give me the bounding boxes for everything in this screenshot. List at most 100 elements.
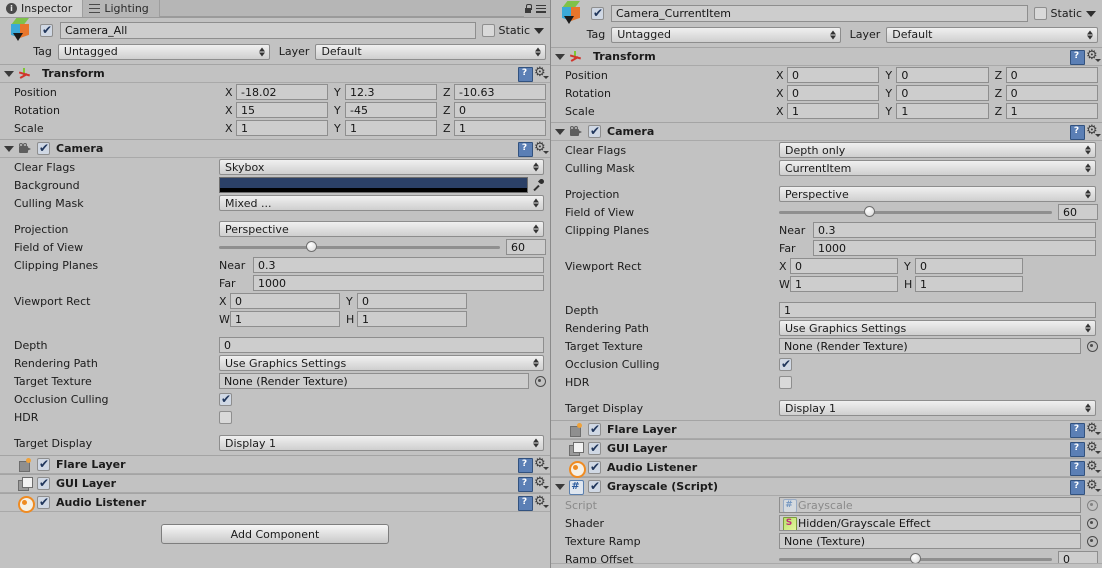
gear-icon[interactable] [1086,124,1101,138]
position-x-input[interactable]: 0 [787,67,880,83]
scale-z-input[interactable]: 1 [454,120,546,136]
scale-y-input[interactable]: 1 [345,120,437,136]
component-header-camera[interactable]: Camera [0,139,550,158]
object-picker-icon[interactable] [1086,517,1098,529]
gear-icon[interactable] [1086,479,1101,493]
object-picker-icon[interactable] [534,375,546,387]
gameobject-active-checkbox[interactable] [40,23,53,37]
hdr-checkbox[interactable] [219,410,232,424]
depth-input[interactable]: 1 [779,302,1096,318]
projection-dropdown[interactable]: Perspective [779,186,1096,202]
target-display-dropdown[interactable]: Display 1 [219,435,544,451]
clipping-far-input[interactable]: 1000 [253,275,544,291]
gameobject-name-input[interactable]: Camera_CurrentItem [611,5,1028,22]
foldout-arrow-icon[interactable] [3,143,14,154]
scale-z-input[interactable]: 1 [1005,103,1098,119]
viewport-y-input[interactable]: 0 [357,293,467,309]
position-x-input[interactable]: -18.02 [236,84,328,100]
position-y-input[interactable]: 12.3 [345,84,437,100]
component-enabled-checkbox[interactable] [37,141,50,155]
help-icon[interactable] [1070,480,1085,495]
gear-icon[interactable] [1086,460,1101,474]
object-picker-icon[interactable] [1086,535,1098,547]
help-icon[interactable] [1070,461,1085,476]
background-color-field[interactable] [219,177,528,193]
target-display-dropdown[interactable]: Display 1 [779,400,1096,416]
help-icon[interactable] [518,458,533,473]
scale-x-input[interactable]: 1 [236,120,328,136]
rendering-path-dropdown[interactable]: Use Graphics Settings [219,355,544,371]
foldout-arrow-icon[interactable] [3,68,14,79]
rotation-y-input[interactable]: -45 [345,102,437,118]
field-of-view-input[interactable]: 60 [506,239,546,255]
position-z-input[interactable]: 0 [1005,67,1098,83]
component-header-transform[interactable]: Transform [551,47,1102,66]
component-header-transform[interactable]: Transform [0,64,550,83]
hdr-checkbox[interactable] [779,375,792,389]
tab-lighting[interactable]: Lighting [83,0,160,17]
viewport-x-input[interactable]: 0 [790,258,898,274]
chevron-down-icon[interactable] [1086,10,1096,17]
component-enabled-checkbox[interactable] [37,457,50,471]
shader-input[interactable]: Hidden/Grayscale Effect [779,515,1081,531]
help-icon[interactable] [1070,125,1085,140]
slider-knob[interactable] [306,241,318,252]
help-icon[interactable] [1070,423,1085,438]
viewport-x-input[interactable]: 0 [230,293,340,309]
rotation-x-input[interactable]: 0 [787,85,880,101]
tag-dropdown[interactable]: Untagged [611,26,841,43]
rotation-z-input[interactable]: 0 [1005,85,1098,101]
clipping-near-input[interactable]: 0.3 [813,222,1096,238]
culling-mask-dropdown[interactable]: CurrentItem [779,160,1096,176]
viewport-w-input[interactable]: 1 [230,311,340,327]
help-icon[interactable] [518,477,533,492]
culling-mask-dropdown[interactable]: Mixed ... [219,195,544,211]
component-enabled-checkbox[interactable] [588,124,601,138]
foldout-arrow-icon[interactable] [554,126,565,137]
add-component-button[interactable]: Add Component [161,524,389,544]
clipping-near-input[interactable]: 0.3 [253,257,544,273]
gear-icon[interactable] [534,66,549,80]
eyedropper-icon[interactable] [532,178,546,192]
gear-icon[interactable] [1086,422,1101,436]
component-enabled-checkbox[interactable] [588,422,601,436]
help-icon[interactable] [518,67,533,82]
component-enabled-checkbox[interactable] [37,495,50,509]
viewport-w-input[interactable]: 1 [790,276,898,292]
texture-ramp-input[interactable]: None (Texture) [779,533,1081,549]
depth-input[interactable]: 0 [219,337,544,353]
clipping-far-input[interactable]: 1000 [813,240,1096,256]
component-enabled-checkbox[interactable] [588,460,601,474]
rotation-y-input[interactable]: 0 [896,85,989,101]
gear-icon[interactable] [1086,49,1101,63]
rendering-path-dropdown[interactable]: Use Graphics Settings [779,320,1096,336]
component-header-flare-layer[interactable]: Flare Layer [551,420,1102,439]
gear-icon[interactable] [534,495,549,509]
layer-dropdown[interactable]: Default [315,43,546,60]
projection-dropdown[interactable]: Perspective [219,221,544,237]
object-picker-icon[interactable] [1086,340,1098,352]
static-checkbox[interactable] [481,24,495,37]
scale-x-input[interactable]: 1 [787,103,880,119]
tab-inspector[interactable]: i Inspector [0,0,84,17]
component-enabled-checkbox[interactable] [588,441,601,455]
help-icon[interactable] [518,496,533,511]
component-header-audio-listener[interactable]: Audio Listener [0,493,550,513]
occlusion-culling-checkbox[interactable] [219,392,232,406]
position-z-input[interactable]: -10.63 [454,84,546,100]
gear-icon[interactable] [534,457,549,471]
component-header-gui-layer[interactable]: GUI Layer [0,474,550,493]
component-header-grayscale-script[interactable]: Grayscale (Script) [551,477,1102,496]
field-of-view-input[interactable]: 60 [1058,204,1098,220]
help-icon[interactable] [518,142,533,157]
help-icon[interactable] [1070,442,1085,457]
field-of-view-slider[interactable] [779,204,1052,220]
clear-flags-dropdown[interactable]: Depth only [779,142,1096,158]
component-header-audio-listener[interactable]: Audio Listener [551,458,1102,478]
static-checkbox[interactable] [1033,7,1047,20]
layer-dropdown[interactable]: Default [886,26,1098,43]
component-enabled-checkbox[interactable] [37,476,50,490]
hamburger-menu-icon[interactable] [536,4,546,13]
clear-flags-dropdown[interactable]: Skybox [219,159,544,175]
target-texture-input[interactable]: None (Render Texture) [779,338,1081,354]
